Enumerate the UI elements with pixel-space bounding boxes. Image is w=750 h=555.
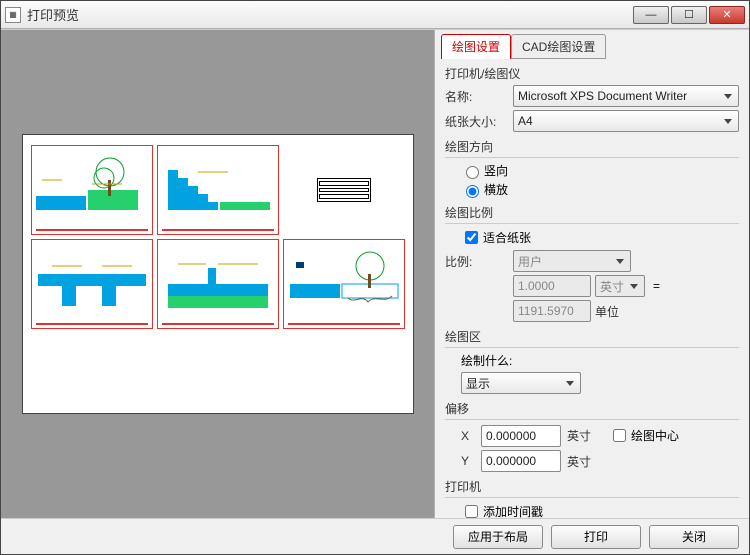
check-timestamp[interactable]: 添加时间戳 xyxy=(461,502,739,518)
group-printer: 打印机/绘图仪 名称: Microsoft XPS Document Write… xyxy=(445,65,739,132)
group-header: 绘图比例 xyxy=(445,204,739,221)
input-offset-y[interactable] xyxy=(481,450,561,472)
label-y: Y xyxy=(461,454,481,468)
drawing-tile xyxy=(31,239,153,329)
drawing-tile xyxy=(31,145,153,235)
window-body: 绘图设置 CAD绘图设置 打印机/绘图仪 名称: Microsoft XPS D… xyxy=(1,29,749,518)
input-scale-b[interactable] xyxy=(513,300,591,322)
select-scale[interactable]: 用户 xyxy=(513,250,631,272)
input-scale-a[interactable] xyxy=(513,275,591,297)
label-unit: 英寸 xyxy=(567,427,591,444)
group-printer2: 打印机 添加时间戳 xyxy=(445,478,739,518)
group-orientation: 绘图方向 竖向 横放 xyxy=(445,138,739,198)
panel-body: 打印机/绘图仪 名称: Microsoft XPS Document Write… xyxy=(435,59,749,518)
maximize-button[interactable]: ☐ xyxy=(671,6,707,24)
check-center[interactable]: 绘图中心 xyxy=(609,426,679,445)
app-icon: ▦ xyxy=(5,7,21,23)
drawing-tile xyxy=(157,145,279,235)
label-unit: 英寸 xyxy=(567,453,591,470)
drawing-tile xyxy=(157,239,279,329)
close-button[interactable]: 关闭 xyxy=(649,525,739,549)
preview-page xyxy=(22,134,414,414)
group-area: 绘图区 绘制什么: 显示 xyxy=(445,328,739,394)
select-unit-a[interactable]: 英寸 xyxy=(595,275,645,297)
titlebar: ▦ 打印预览 — ☐ ✕ xyxy=(1,1,749,29)
tab-cad-settings[interactable]: CAD绘图设置 xyxy=(511,34,606,59)
input-offset-x[interactable] xyxy=(481,425,561,447)
radio-portrait[interactable]: 竖向 xyxy=(461,162,739,179)
window-controls: — ☐ ✕ xyxy=(631,6,745,24)
print-preview-window: ▦ 打印预览 — ☐ ✕ xyxy=(0,0,750,555)
tabstrip: 绘图设置 CAD绘图设置 xyxy=(435,30,749,59)
select-what[interactable]: 显示 xyxy=(461,372,581,394)
group-header: 打印机 xyxy=(445,478,739,495)
tab-plot-settings[interactable]: 绘图设置 xyxy=(441,34,511,59)
titleblock-tile xyxy=(283,145,405,235)
group-header: 偏移 xyxy=(445,400,739,417)
label-x: X xyxy=(461,429,481,443)
label-name: 名称: xyxy=(445,88,513,105)
group-header: 绘图区 xyxy=(445,328,739,345)
check-fit-to-paper[interactable]: 适合纸张 xyxy=(461,228,739,247)
close-button[interactable]: ✕ xyxy=(709,6,745,24)
select-printer[interactable]: Microsoft XPS Document Writer xyxy=(513,85,739,107)
group-scale: 绘图比例 适合纸张 比例: 用户 英寸 = 单位 xyxy=(445,204,739,322)
tile-grid xyxy=(31,145,405,329)
group-header: 绘图方向 xyxy=(445,138,739,155)
minimize-button[interactable]: — xyxy=(633,6,669,24)
group-offset: 偏移 X 英寸 绘图中心 Y 英寸 xyxy=(445,400,739,472)
drawing-tile xyxy=(283,239,405,329)
apply-button[interactable]: 应用于布局 xyxy=(453,525,543,549)
settings-panel: 绘图设置 CAD绘图设置 打印机/绘图仪 名称: Microsoft XPS D… xyxy=(434,30,749,518)
button-bar: 应用于布局 打印 关闭 xyxy=(1,518,749,554)
radio-landscape[interactable]: 横放 xyxy=(461,181,739,198)
label-paper: 纸张大小: xyxy=(445,113,513,130)
preview-pane xyxy=(1,30,434,518)
select-paper[interactable]: A4 xyxy=(513,110,739,132)
label-ratio: 比例: xyxy=(445,253,513,270)
print-button[interactable]: 打印 xyxy=(551,525,641,549)
equals-sign: = xyxy=(653,279,660,293)
label-what: 绘制什么: xyxy=(461,352,739,369)
group-header: 打印机/绘图仪 xyxy=(445,65,739,82)
window-title: 打印预览 xyxy=(27,5,631,24)
label-unit-b: 单位 xyxy=(595,303,645,320)
